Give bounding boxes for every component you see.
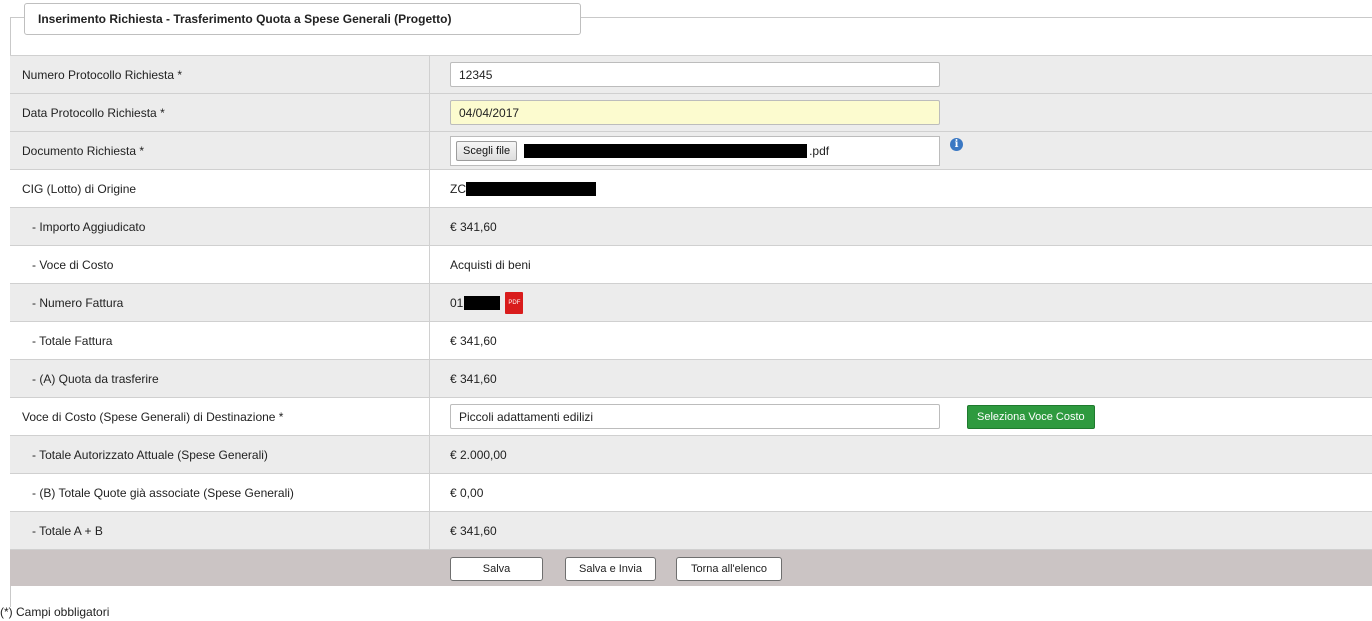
totale-fattura-value: € 341,60 bbox=[450, 333, 497, 348]
row-totale-quote: - (B) Totale Quote già associate (Spese … bbox=[10, 473, 1372, 511]
cig-value: ZC bbox=[450, 181, 466, 196]
totale-autorizzato-value: € 2.000,00 bbox=[450, 447, 507, 462]
totale-fattura-label: - Totale Fattura bbox=[10, 322, 430, 359]
row-importo: - Importo Aggiudicato € 341,60 bbox=[10, 207, 1372, 245]
totale-quote-label: - (B) Totale Quote già associate (Spese … bbox=[10, 474, 430, 511]
file-extension: .pdf bbox=[809, 143, 830, 158]
seleziona-voce-costo-button[interactable]: Seleziona Voce Costo bbox=[967, 404, 1095, 429]
voce-destinazione-label: Voce di Costo (Spese Generali) di Destin… bbox=[10, 398, 430, 435]
quota-value: € 341,60 bbox=[450, 371, 497, 386]
numero-fattura-label: - Numero Fattura bbox=[10, 284, 430, 321]
documento-label: Documento Richiesta * bbox=[10, 132, 430, 169]
required-fields-note: (*) Campi obbligatori bbox=[0, 605, 110, 619]
totale-quote-value: € 0,00 bbox=[450, 485, 484, 500]
row-totale-ab: - Totale A + B € 341,60 bbox=[10, 511, 1372, 549]
action-bar: Salva Salva e Invia Torna all'elenco bbox=[10, 549, 1372, 586]
totale-ab-label: - Totale A + B bbox=[10, 512, 430, 549]
voce-costo-value: Acquisti di beni bbox=[450, 257, 531, 272]
pdf-icon[interactable]: PDF bbox=[505, 291, 524, 314]
row-voce-destinazione: Voce di Costo (Spese Generali) di Destin… bbox=[10, 397, 1372, 435]
data-protocollo-input[interactable] bbox=[450, 100, 940, 125]
row-totale-autorizzato: - Totale Autorizzato Attuale (Spese Gene… bbox=[10, 435, 1372, 473]
row-documento: Documento Richiesta * Scegli file .pdf i bbox=[10, 131, 1372, 169]
cig-label: CIG (Lotto) di Origine bbox=[10, 170, 430, 207]
data-protocollo-label: Data Protocollo Richiesta * bbox=[10, 94, 430, 131]
importo-value: € 341,60 bbox=[450, 219, 497, 234]
numero-fattura-value: 01 bbox=[450, 295, 464, 310]
voce-costo-label: - Voce di Costo bbox=[10, 246, 430, 283]
back-to-list-button[interactable]: Torna all'elenco bbox=[676, 557, 782, 581]
voce-destinazione-input[interactable] bbox=[450, 404, 940, 429]
row-numero-fattura: - Numero Fattura 01 PDF bbox=[10, 283, 1372, 321]
redacted-filename bbox=[524, 143, 808, 158]
row-totale-fattura: - Totale Fattura € 341,60 bbox=[10, 321, 1372, 359]
redacted-cig bbox=[466, 181, 596, 196]
save-button[interactable]: Salva bbox=[450, 557, 543, 581]
info-icon[interactable]: i bbox=[950, 138, 963, 151]
quota-label: - (A) Quota da trasferire bbox=[10, 360, 430, 397]
row-numero-protocollo: Numero Protocollo Richiesta * bbox=[10, 55, 1372, 93]
form-table: Numero Protocollo Richiesta * Data Proto… bbox=[10, 55, 1372, 586]
totale-autorizzato-label: - Totale Autorizzato Attuale (Spese Gene… bbox=[10, 436, 430, 473]
importo-label: - Importo Aggiudicato bbox=[10, 208, 430, 245]
choose-file-button[interactable]: Scegli file bbox=[456, 140, 518, 161]
save-and-send-button[interactable]: Salva e Invia bbox=[565, 557, 656, 581]
file-upload-field[interactable]: Scegli file .pdf bbox=[450, 135, 940, 166]
numero-protocollo-input[interactable] bbox=[450, 62, 940, 87]
row-data-protocollo: Data Protocollo Richiesta * bbox=[10, 93, 1372, 131]
redacted-fattura bbox=[464, 295, 501, 310]
form-title: Inserimento Richiesta - Trasferimento Qu… bbox=[24, 3, 581, 35]
row-cig: CIG (Lotto) di Origine ZC bbox=[10, 169, 1372, 207]
numero-protocollo-label: Numero Protocollo Richiesta * bbox=[10, 56, 430, 93]
row-voce-costo: - Voce di Costo Acquisti di beni bbox=[10, 245, 1372, 283]
row-quota: - (A) Quota da trasferire € 341,60 bbox=[10, 359, 1372, 397]
totale-ab-value: € 341,60 bbox=[450, 523, 497, 538]
